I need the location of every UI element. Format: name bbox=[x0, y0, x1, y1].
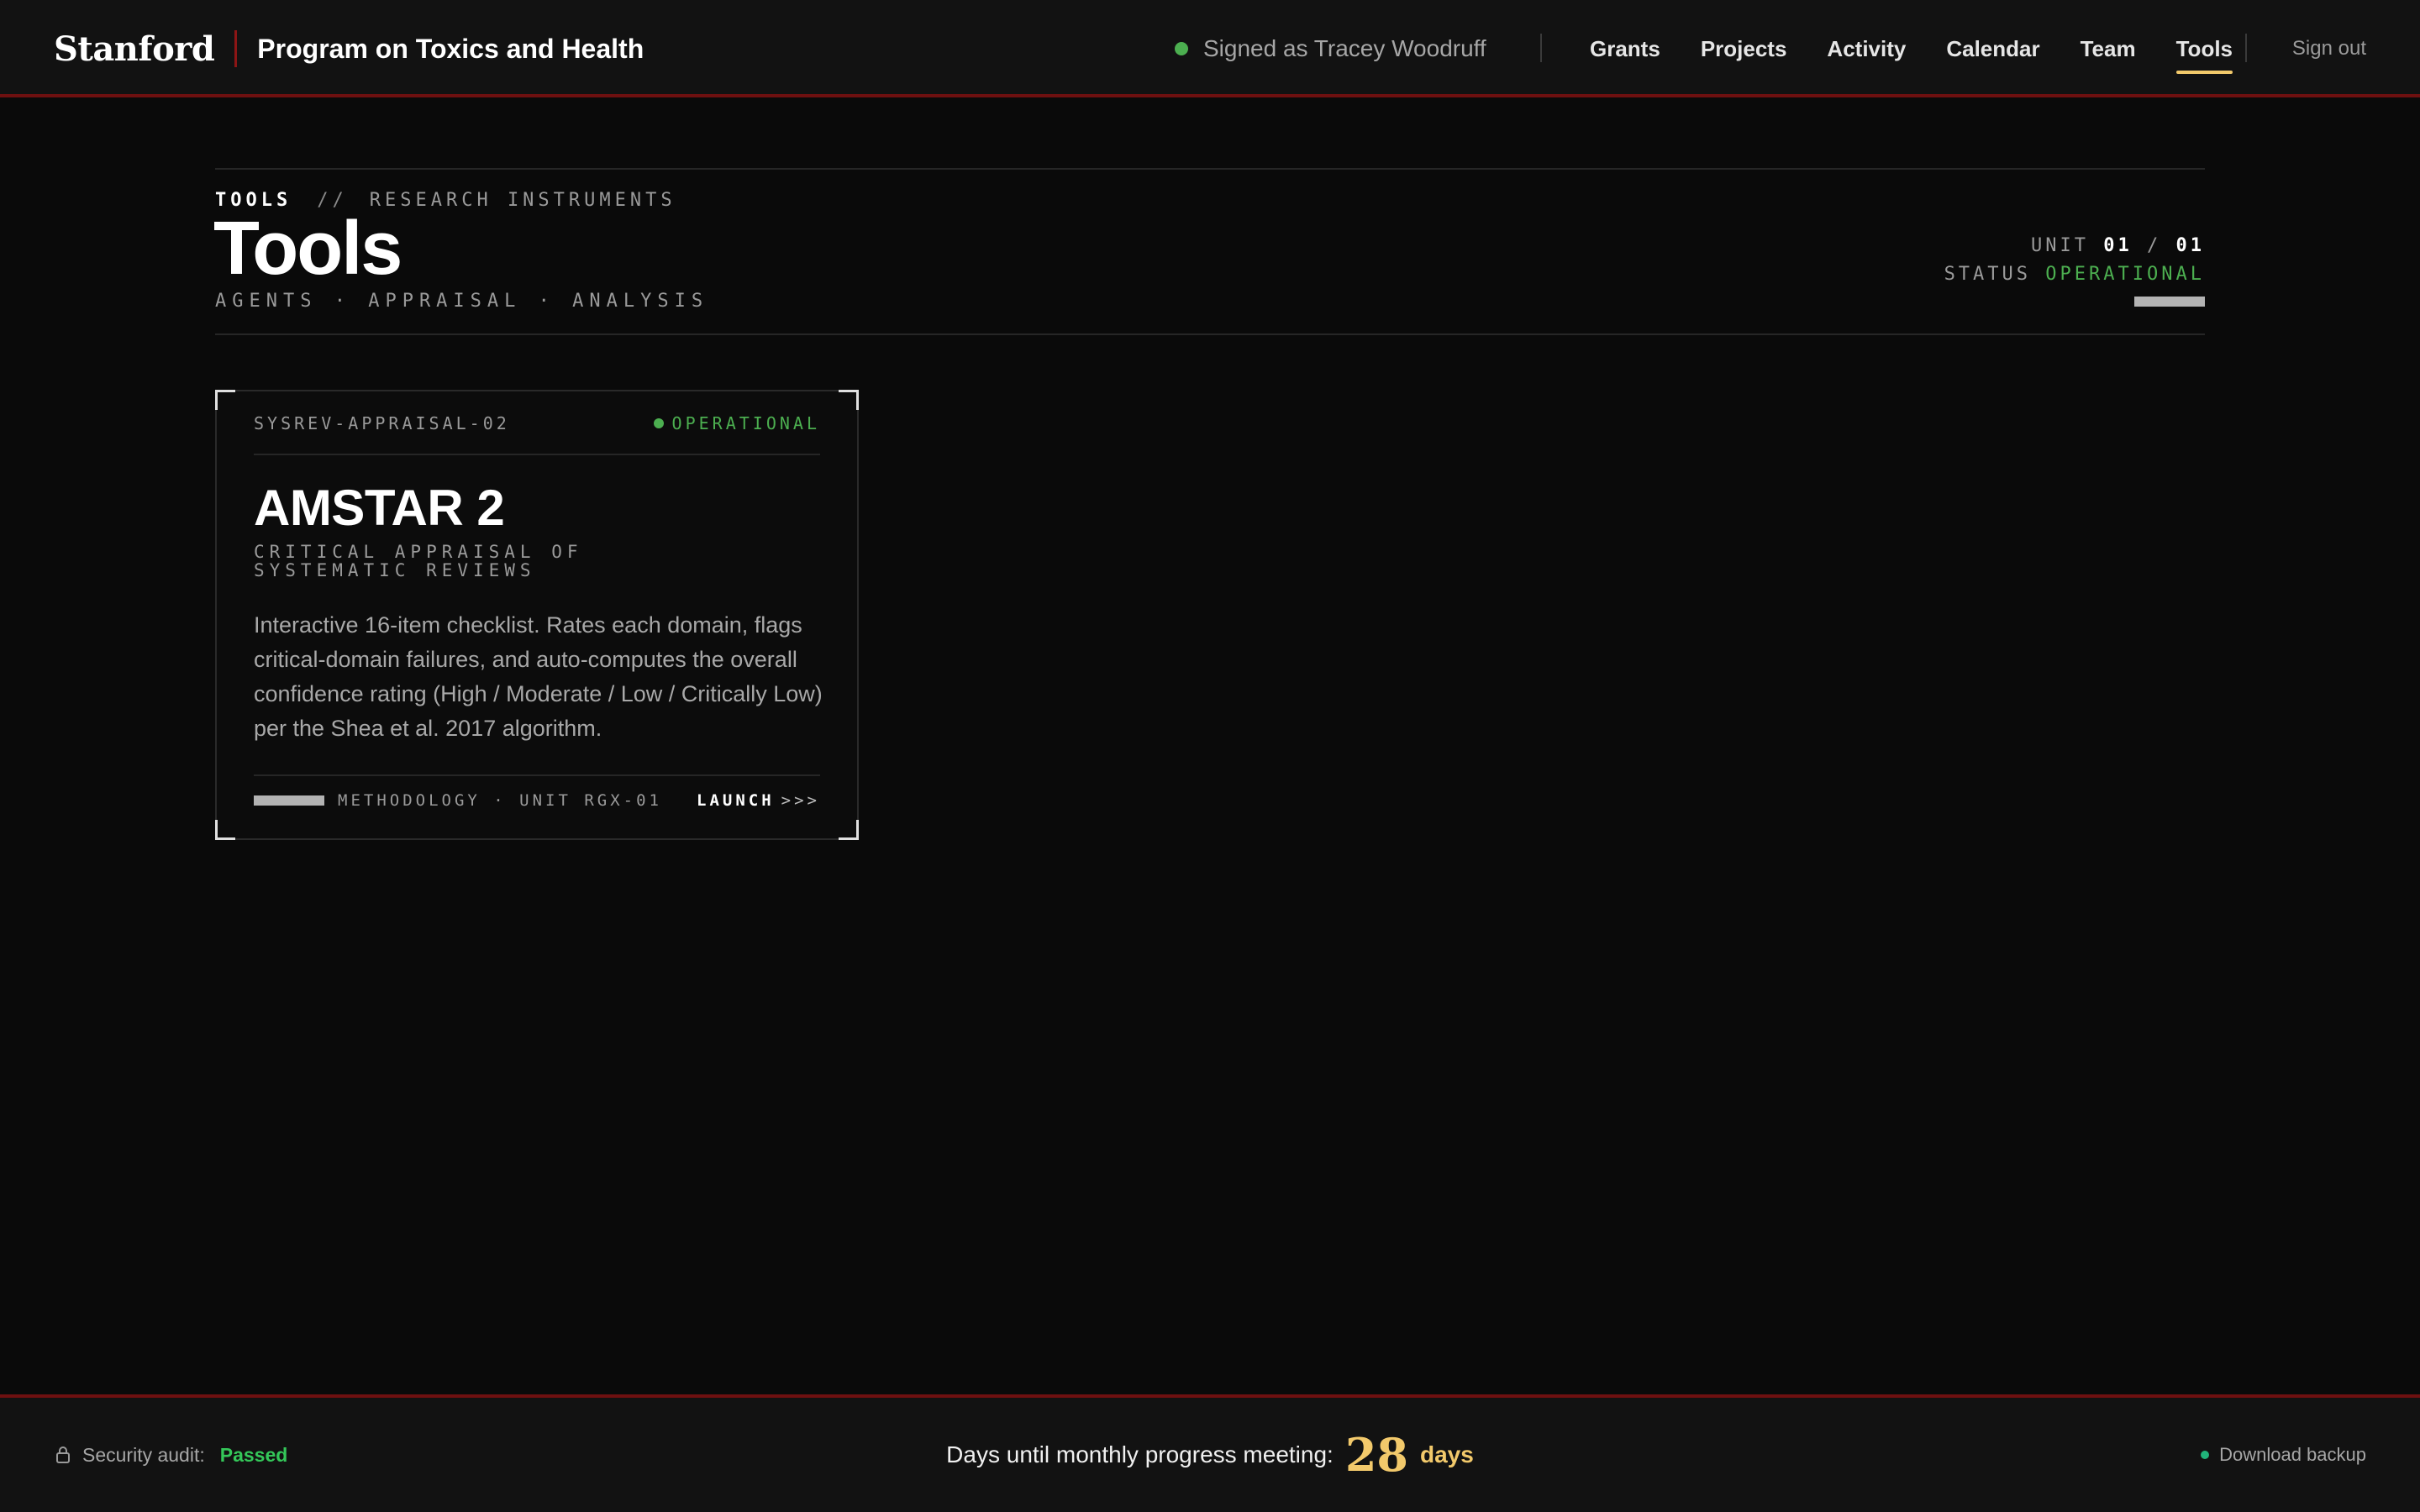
unit-status-panel: UNIT 01 / 01 STATUS OPERATIONAL bbox=[1944, 232, 2205, 289]
unit-total: 01 bbox=[2175, 235, 2205, 256]
unit-current: 01 bbox=[2103, 235, 2133, 256]
status-line: STATUS OPERATIONAL bbox=[1944, 260, 2205, 289]
brand[interactable]: Stanford Program on Toxics and Health bbox=[54, 0, 644, 97]
countdown-unit: days bbox=[1419, 1441, 1474, 1467]
tool-card-amstar2[interactable]: SYSREV-APPRAISAL-02 OPERATIONAL AMSTAR 2… bbox=[215, 390, 859, 840]
top-bar: Stanford Program on Toxics and Health Si… bbox=[0, 0, 2420, 97]
tool-code: SYSREV-APPRAISAL-02 bbox=[254, 413, 510, 433]
nav-calendar[interactable]: Calendar bbox=[1946, 0, 2039, 97]
unit-counter: UNIT 01 / 01 bbox=[1944, 232, 2205, 260]
nav-divider bbox=[2245, 34, 2247, 62]
unit-progress-bar bbox=[2134, 297, 2205, 307]
corner-bracket bbox=[839, 390, 859, 410]
tool-status-text: OPERATIONAL bbox=[671, 413, 820, 433]
corner-bracket bbox=[215, 390, 235, 410]
breadcrumb-section: RESEARCH INSTRUMENTS bbox=[369, 190, 676, 211]
nav-team[interactable]: Team bbox=[2081, 0, 2136, 97]
program-name[interactable]: Program on Toxics and Health bbox=[257, 34, 644, 65]
unit-separator: / bbox=[2147, 235, 2162, 256]
countdown-value: 28 bbox=[1344, 1428, 1408, 1482]
backup-status-icon bbox=[2201, 1451, 2210, 1459]
download-backup-link[interactable]: Download backup bbox=[2201, 1398, 2366, 1512]
launch-arrows-icon[interactable]: >>> bbox=[781, 791, 820, 810]
tool-meta: METHODOLOGY · UNIT RGX-01 bbox=[254, 791, 662, 810]
status-label: STATUS bbox=[1944, 264, 2032, 285]
tool-name: AMSTAR 2 bbox=[254, 480, 505, 536]
page-subtitle: AGENTS · APPRAISAL · ANALYSIS bbox=[215, 291, 709, 312]
main-nav: Grants Projects Activity Calendar Team T… bbox=[1590, 0, 2233, 97]
online-status-icon bbox=[1175, 42, 1188, 55]
meta-bar bbox=[254, 795, 324, 806]
tool-card-header: SYSREV-APPRAISAL-02 OPERATIONAL bbox=[254, 393, 820, 455]
status-dot-icon bbox=[653, 418, 664, 428]
tool-status-badge: OPERATIONAL bbox=[653, 413, 820, 433]
header-top-rule bbox=[215, 168, 2205, 170]
countdown-label: Days until monthly progress meeting: bbox=[946, 1441, 1334, 1467]
corner-bracket bbox=[215, 820, 235, 840]
download-backup-label[interactable]: Download backup bbox=[2219, 1444, 2366, 1466]
nav-projects[interactable]: Projects bbox=[1701, 0, 1787, 97]
nav-tools[interactable]: Tools bbox=[2175, 0, 2233, 97]
signed-in-user: Signed as Tracey Woodruff bbox=[1203, 35, 1486, 61]
stanford-logo[interactable]: Stanford bbox=[54, 29, 215, 69]
nav-grants[interactable]: Grants bbox=[1590, 0, 1660, 97]
meeting-countdown: Days until monthly progress meeting: 28 … bbox=[0, 1398, 2420, 1512]
header-bottom-rule bbox=[215, 333, 2205, 335]
launch-button[interactable]: LAUNCH >>> bbox=[697, 791, 820, 810]
launch-label[interactable]: LAUNCH bbox=[697, 791, 775, 810]
sign-out-link[interactable]: Sign out bbox=[2292, 0, 2366, 97]
corner-bracket bbox=[839, 820, 859, 840]
tool-meta-text: METHODOLOGY · UNIT RGX-01 bbox=[338, 791, 662, 810]
status-value: OPERATIONAL bbox=[2045, 264, 2205, 285]
brand-divider bbox=[234, 30, 238, 67]
unit-label: UNIT bbox=[2031, 235, 2089, 256]
tool-kicker: CRITICAL APPRAISAL OF SYSTEMATIC REVIEWS bbox=[254, 542, 583, 580]
nav-divider bbox=[1540, 34, 1542, 62]
session-indicator: Signed as Tracey Woodruff bbox=[1175, 0, 1486, 97]
tool-description: Interactive 16-item checklist. Rates eac… bbox=[254, 612, 823, 741]
bottom-bar: Security audit: Passed Days until monthl… bbox=[0, 1394, 2420, 1512]
page-title: Tools bbox=[213, 207, 402, 291]
tool-card-footer: METHODOLOGY · UNIT RGX-01 LAUNCH >>> bbox=[254, 774, 820, 825]
nav-activity[interactable]: Activity bbox=[1827, 0, 1906, 97]
